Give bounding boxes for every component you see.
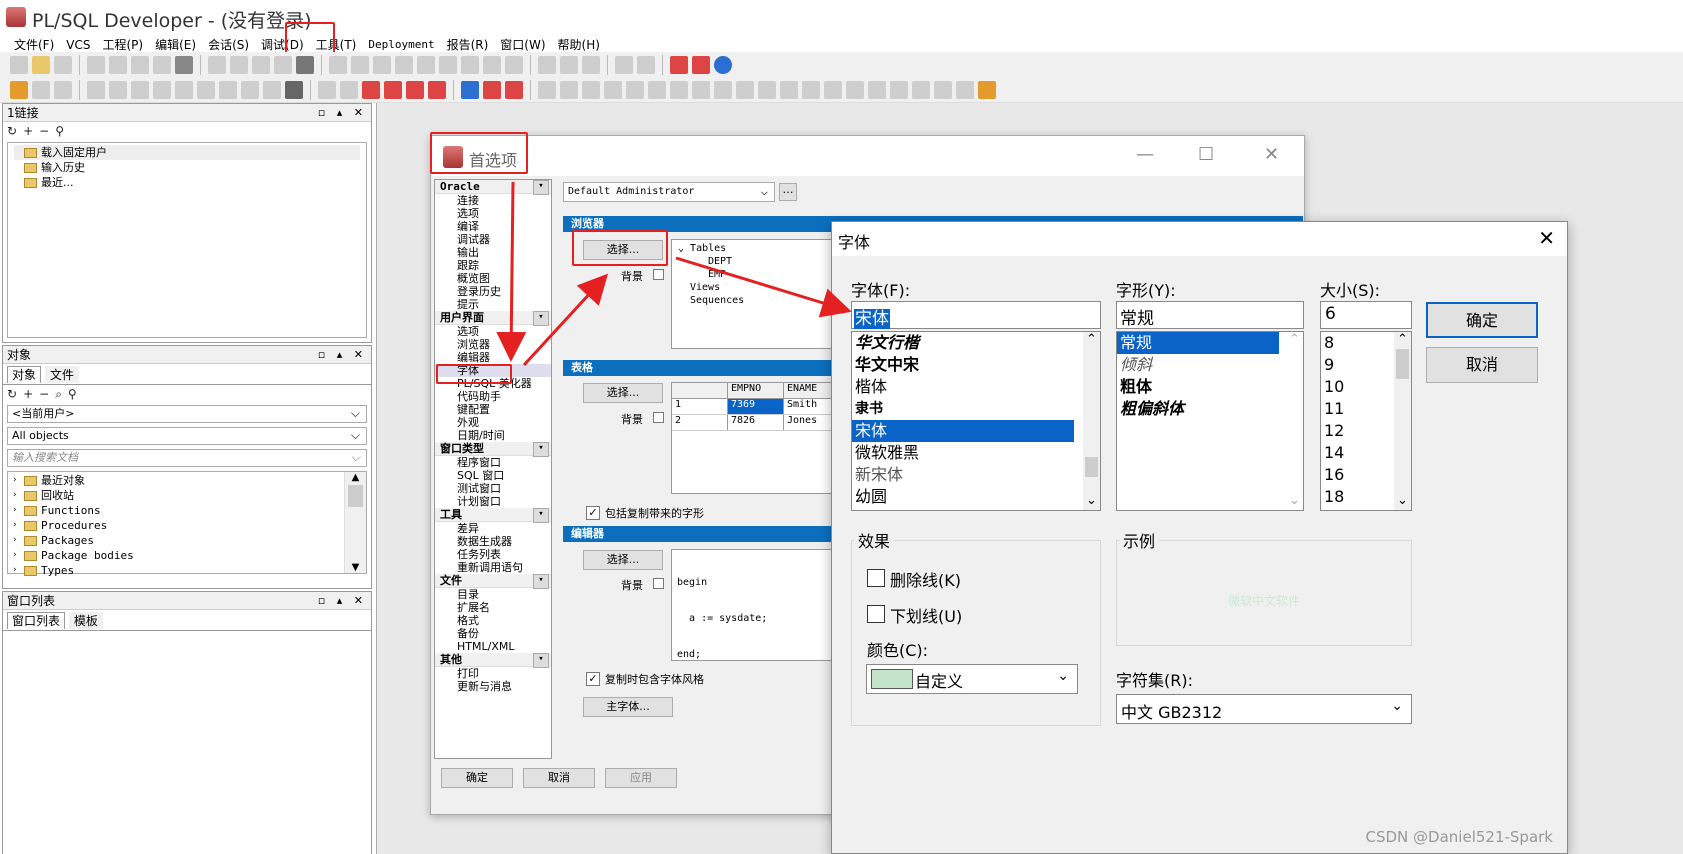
watermark: CSDN @Daniel521-Spark bbox=[1365, 828, 1553, 846]
arrow-to-select bbox=[522, 273, 609, 367]
arrow-down bbox=[496, 181, 527, 362]
annotation-arrows bbox=[496, 181, 852, 367]
arrow-to-font-dialog bbox=[675, 256, 852, 318]
